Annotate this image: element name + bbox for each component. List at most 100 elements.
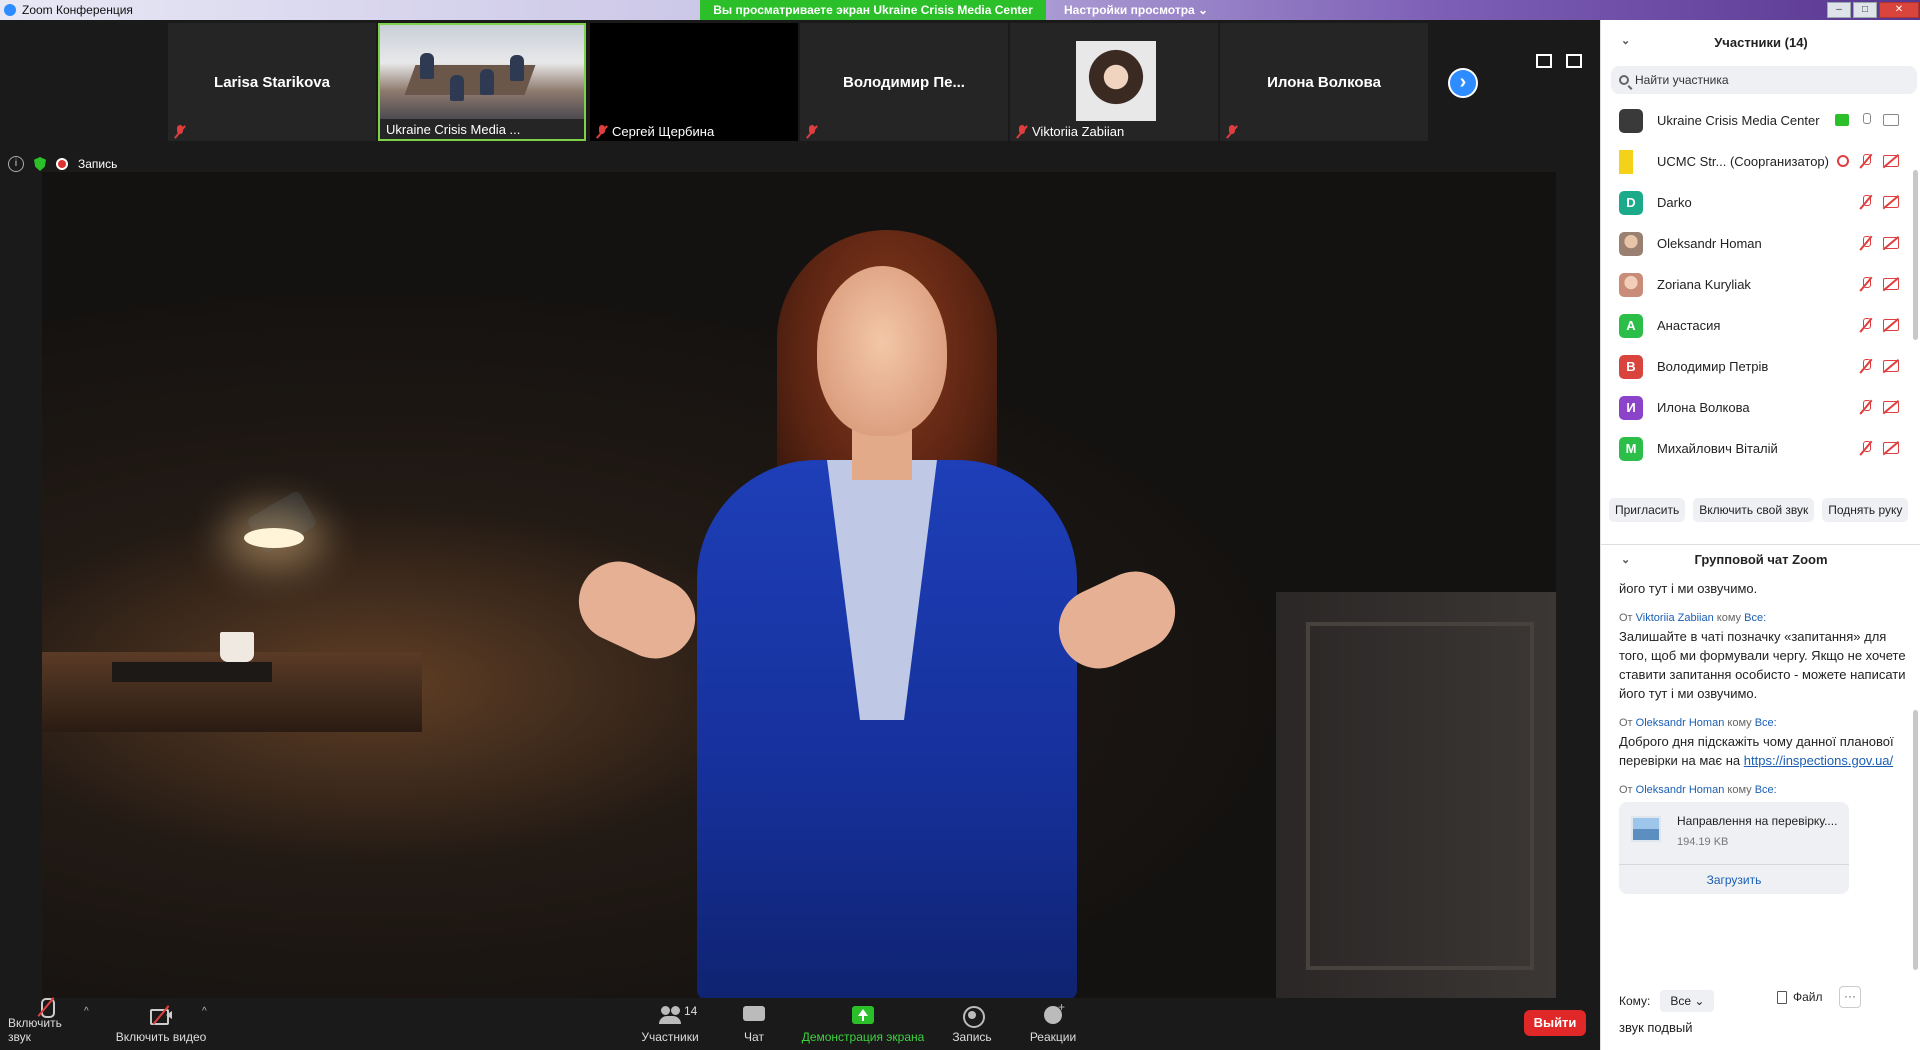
camera-off-icon: [1883, 196, 1899, 208]
video-tile[interactable]: Larisa Starikova: [168, 23, 376, 141]
minimize-button[interactable]: –: [1827, 2, 1851, 18]
participants-header: ⌄ Участники (14): [1601, 20, 1920, 64]
participant-name: Zoriana Kuryliak: [1657, 277, 1751, 292]
zoom-window: Zoom Конференция Вы просматриваете экран…: [0, 0, 1920, 1050]
title-bar: Zoom Конференция Вы просматриваете экран…: [0, 0, 1920, 20]
recipient-name: Все:: [1754, 717, 1777, 729]
muted-mic-icon: [1859, 400, 1873, 414]
to-label: Кому:: [1619, 994, 1651, 1008]
avatar: A: [1619, 313, 1643, 338]
raise-hand-button[interactable]: Поднять руку: [1822, 498, 1909, 522]
collapse-chevron-icon[interactable]: ⌄: [1621, 34, 1630, 47]
avatar: M: [1619, 436, 1643, 461]
participant-row[interactable]: UCMC Str... (Соорганизатор): [1601, 141, 1913, 182]
sender-name[interactable]: Oleksandr Homan: [1636, 784, 1725, 796]
view-controls: [1536, 54, 1582, 68]
muted-mic-icon: [174, 125, 186, 139]
participant-search-input[interactable]: Найти участника: [1611, 66, 1917, 94]
sender-name[interactable]: Viktoriia Zabiian: [1636, 612, 1714, 624]
side-panel: ⌄ Участники (14) Найти участника Ukraine…: [1600, 20, 1920, 1050]
tile-label: Ukraine Crisis Media ...: [386, 122, 521, 137]
video-tile[interactable]: Володимир Пе...: [800, 23, 1008, 141]
leave-meeting-button[interactable]: Выйти: [1524, 1010, 1586, 1036]
video-tile-active[interactable]: Ukraine Crisis Media ...: [378, 23, 586, 141]
participant-row[interactable]: Zoriana Kuryliak: [1601, 264, 1913, 305]
participant-row[interactable]: A Анастасия: [1601, 305, 1913, 346]
chat-recipient-row: Кому: Все ⌄: [1619, 990, 1715, 1012]
unmute-button[interactable]: Включить звук: [8, 998, 84, 1050]
close-window-button[interactable]: ✕: [1879, 2, 1919, 18]
muted-mic-icon: [1859, 195, 1873, 209]
window-title: Zoom Конференция: [22, 3, 133, 17]
message-meta: От Viktoriia Zabiian кому Все:: [1619, 612, 1767, 624]
file-icon: [1777, 990, 1787, 1004]
reactions-button[interactable]: Реакции: [1028, 998, 1078, 1050]
video-tile[interactable]: Viktoriia Zabiian: [1010, 23, 1218, 141]
avatar: [1619, 272, 1643, 297]
message-link[interactable]: https://inspections.gov.ua/: [1744, 753, 1893, 768]
start-video-button[interactable]: Включить видео: [112, 998, 210, 1050]
tile-label: Сергей Щербина: [612, 124, 715, 139]
participant-name: Володимир Петрів: [1657, 359, 1769, 374]
meeting-toolbar: Включить звук ^ Включить видео ^ Участни…: [0, 998, 1600, 1050]
collapse-chevron-icon[interactable]: ⌄: [1621, 553, 1630, 566]
muted-mic-icon: [1016, 124, 1028, 139]
unmute-self-button[interactable]: Включить свой звук: [1693, 498, 1815, 522]
participant-name: UCMC Str... (Соорганизатор): [1657, 154, 1829, 169]
participant-row[interactable]: Ukraine Crisis Media Center: [1601, 100, 1913, 141]
participant-name: Darko: [1657, 195, 1692, 210]
maximize-button[interactable]: □: [1853, 2, 1877, 18]
fullscreen-icon[interactable]: [1566, 54, 1582, 68]
room-video-feed: [380, 25, 584, 119]
camera-off-icon: [1883, 401, 1899, 413]
tile-label: Viktoriia Zabiian: [1032, 124, 1125, 139]
participant-row[interactable]: В Володимир Петрів: [1601, 346, 1913, 387]
video-options-caret[interactable]: ^: [202, 1006, 207, 1017]
send-file-button[interactable]: Файл: [1777, 990, 1823, 1004]
muted-mic-icon: [1226, 125, 1238, 139]
video-tile[interactable]: Сергей Щербина: [590, 23, 798, 141]
participant-row[interactable]: Oleksandr Homan: [1601, 223, 1913, 264]
participant-row[interactable]: D Darko: [1601, 182, 1913, 223]
shared-screen-view: [42, 172, 1556, 998]
more-options-button[interactable]: ···: [1839, 986, 1861, 1008]
chat-log: його тут і ми озвучимо. От Viktoriia Zab…: [1619, 576, 1909, 954]
video-tile[interactable]: Илона Волкова: [1220, 23, 1428, 141]
muted-mic-icon: [1859, 154, 1873, 168]
avatar: И: [1619, 395, 1643, 420]
invite-button[interactable]: Пригласить: [1609, 498, 1686, 522]
next-page-arrow-icon[interactable]: ›: [1448, 68, 1478, 98]
record-button[interactable]: Запись: [950, 998, 994, 1050]
recipient-select[interactable]: Все ⌄: [1660, 990, 1715, 1012]
participant-row[interactable]: M Михайлович Віталій: [1601, 428, 1913, 469]
audio-options-caret[interactable]: ^: [84, 1006, 89, 1017]
security-shield-icon[interactable]: [34, 157, 46, 171]
info-icon[interactable]: i: [8, 156, 24, 172]
tile-name: Володимир Пе...: [843, 73, 965, 91]
message-meta: От Oleksandr Homan кому Все:: [1619, 717, 1777, 729]
tile-name: Илона Волкова: [1267, 73, 1381, 91]
recipient-name: Все:: [1744, 612, 1767, 624]
avatar: [1619, 108, 1643, 133]
muted-mic-icon: [35, 998, 57, 1018]
speaker-view-icon[interactable]: [1536, 54, 1552, 68]
participant-name: Михайлович Віталій: [1657, 441, 1778, 456]
background-shelf: [1276, 592, 1556, 998]
chat-button[interactable]: Чат: [736, 998, 772, 1050]
view-settings-button[interactable]: Настройки просмотра ⌄: [1064, 0, 1208, 20]
background-cup: [220, 632, 254, 662]
download-button[interactable]: Загрузить: [1619, 864, 1849, 894]
avatar: В: [1619, 354, 1643, 379]
file-name: Направлення на перевірку....: [1677, 814, 1838, 828]
participants-scrollbar[interactable]: [1913, 170, 1918, 340]
sender-name[interactable]: Oleksandr Homan: [1636, 717, 1725, 729]
muted-mic-icon: [1859, 318, 1873, 332]
muted-mic-icon: [1859, 441, 1873, 455]
chat-input[interactable]: звук подвый: [1619, 1020, 1692, 1035]
share-screen-button[interactable]: Демонстрация экрана: [800, 998, 926, 1050]
avatar: [1619, 231, 1643, 256]
participants-list: Ukraine Crisis Media Center UCMC Str... …: [1601, 100, 1913, 496]
muted-mic-icon: [1859, 236, 1873, 250]
participant-row[interactable]: И Илона Волкова: [1601, 387, 1913, 428]
chat-scrollbar[interactable]: [1913, 710, 1918, 970]
